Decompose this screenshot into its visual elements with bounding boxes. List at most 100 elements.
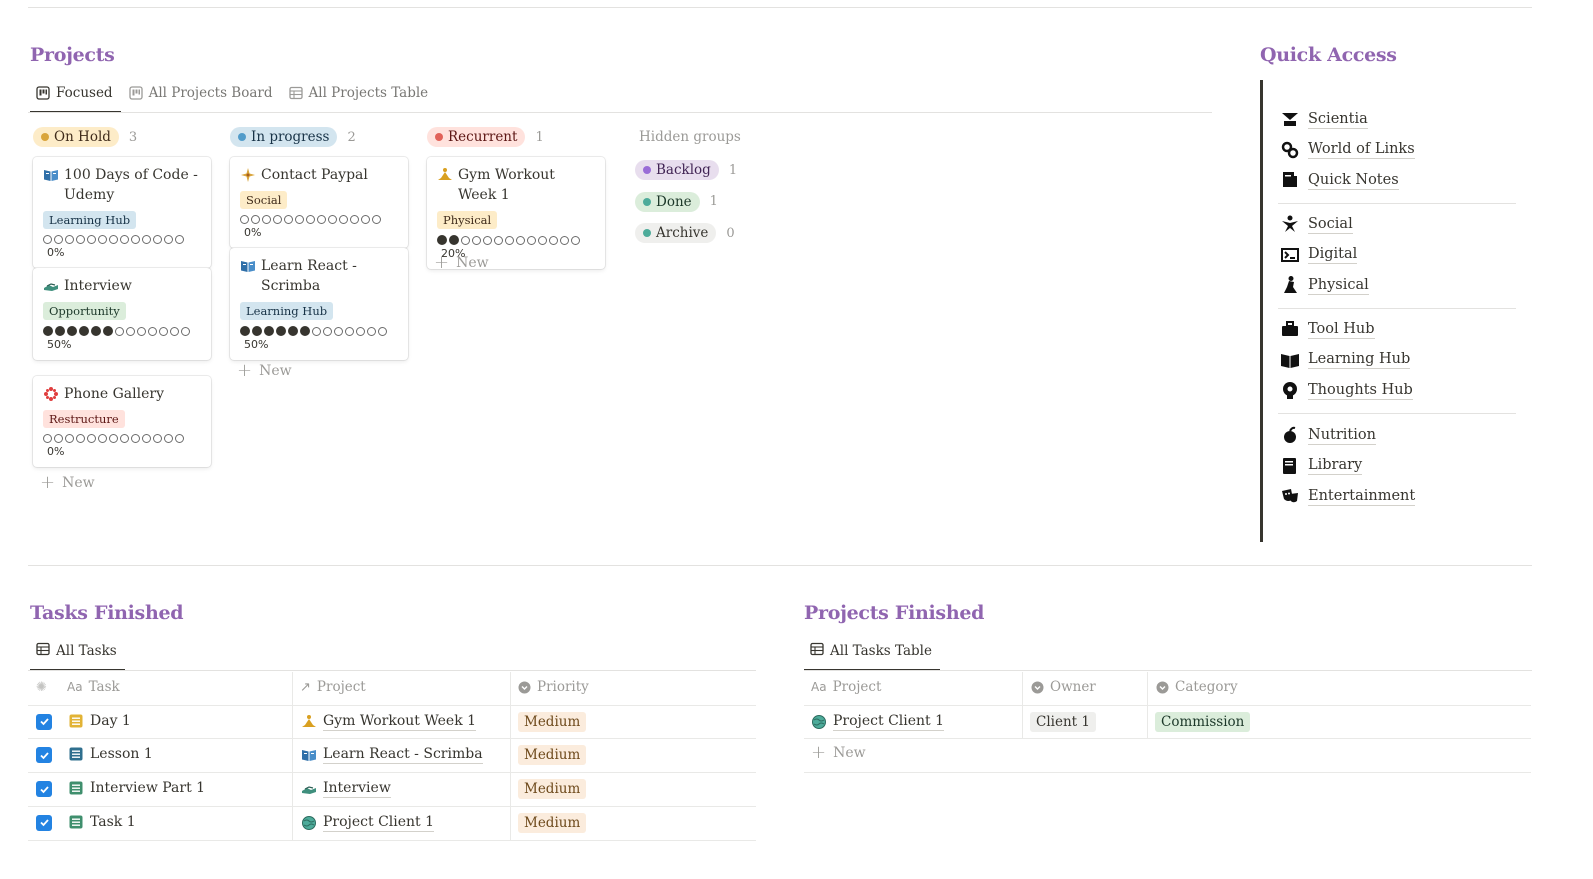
progress-dot bbox=[361, 215, 370, 224]
category-badge: Commission bbox=[1155, 711, 1251, 732]
quick-link-learning-hub[interactable]: Learning Hub bbox=[1280, 350, 1411, 370]
project-relation-cell[interactable]: Gym Workout Week 1 bbox=[301, 713, 477, 731]
new-label: New bbox=[833, 745, 866, 762]
handshake-icon bbox=[301, 781, 317, 797]
green-list-icon bbox=[68, 780, 84, 796]
column-header-project[interactable]: Aa Project bbox=[811, 679, 881, 695]
add-new-card-button[interactable]: + New bbox=[40, 474, 95, 492]
priority-cell[interactable]: Medium bbox=[518, 779, 587, 800]
quick-link-physical[interactable]: Physical bbox=[1280, 275, 1369, 295]
new-label: New bbox=[259, 363, 292, 379]
task-name: Interview Part 1 bbox=[90, 780, 206, 797]
card-tag-row: Physical bbox=[437, 205, 595, 229]
project-cell[interactable]: Project Client 1 bbox=[811, 713, 945, 731]
quick-link-nutrition[interactable]: Nutrition bbox=[1280, 425, 1376, 445]
text-property-icon: Aa bbox=[67, 680, 83, 694]
owner-cell[interactable]: Client 1 bbox=[1030, 711, 1096, 732]
table-row-divider bbox=[28, 839, 756, 841]
checkmark-icon bbox=[36, 814, 52, 831]
tab-all-tasks[interactable]: All Tasks bbox=[30, 637, 125, 671]
priority-cell[interactable]: Medium bbox=[518, 812, 587, 833]
project-relation-cell[interactable]: Learn React - Scrimba bbox=[301, 746, 483, 765]
project-card[interactable]: Interview Opportunity 50% bbox=[33, 268, 211, 360]
progress-dot bbox=[142, 434, 151, 443]
hidden-group-backlog[interactable]: Backlog 1 bbox=[635, 160, 737, 180]
board-group-header[interactable]: Recurrent 1 bbox=[427, 126, 544, 148]
thoughts-icon bbox=[1280, 380, 1300, 400]
project-link: Interview bbox=[323, 780, 391, 799]
project-card[interactable]: Contact Paypal Social 0% bbox=[230, 157, 408, 248]
quick-link-label: Physical bbox=[1308, 276, 1369, 295]
status-label: In progress bbox=[251, 129, 330, 145]
projects-title: Projects bbox=[30, 44, 115, 66]
add-new-row-button[interactable]: + New bbox=[811, 744, 866, 762]
progress-dot bbox=[240, 326, 250, 336]
project-card[interactable]: Phone Gallery Restructure 0% bbox=[33, 376, 211, 467]
project-card[interactable]: Learn React - Scrimba Learning Hub 50% bbox=[230, 248, 408, 360]
add-new-card-button[interactable]: + New bbox=[434, 254, 489, 272]
task-cell[interactable]: Task 1 bbox=[68, 814, 136, 830]
add-new-card-button[interactable]: + New bbox=[237, 362, 292, 380]
yellow-list-icon bbox=[68, 713, 84, 729]
task-done-checkbox[interactable] bbox=[36, 747, 52, 764]
board-group-header[interactable]: On Hold 3 bbox=[33, 126, 137, 148]
quick-link-entertainment[interactable]: Entertainment bbox=[1280, 486, 1416, 506]
project-relation-cell[interactable]: Project Client 1 bbox=[301, 814, 435, 832]
quick-link-digital[interactable]: Digital bbox=[1280, 245, 1358, 265]
flower-icon bbox=[43, 386, 59, 402]
category-tag: Learning Hub bbox=[240, 302, 334, 320]
tab-all-projects-board[interactable]: All Projects Board bbox=[128, 79, 273, 107]
status-pill: In progress bbox=[230, 127, 338, 147]
quick-link-thoughts-hub[interactable]: Thoughts Hub bbox=[1280, 380, 1413, 400]
progress-dot bbox=[43, 235, 52, 244]
card-title: Phone Gallery bbox=[43, 384, 201, 404]
column-header-priority[interactable]: Priority bbox=[518, 679, 589, 695]
board-group-header[interactable]: In progress 2 bbox=[230, 126, 356, 148]
progress-dot bbox=[103, 326, 113, 336]
tab-focused[interactable]: Focused bbox=[30, 79, 121, 113]
progress-dot bbox=[356, 326, 365, 336]
progress-dot bbox=[284, 215, 293, 224]
task-done-checkbox[interactable] bbox=[36, 814, 52, 831]
tab-all-projects-table[interactable]: All Projects Table bbox=[288, 79, 429, 107]
quick-link-social[interactable]: Social bbox=[1280, 214, 1353, 234]
status-dot bbox=[643, 197, 651, 206]
column-header-label: Project bbox=[316, 679, 366, 695]
task-done-checkbox[interactable] bbox=[36, 781, 52, 798]
priority-cell[interactable]: Medium bbox=[518, 745, 587, 766]
task-cell[interactable]: Lesson 1 bbox=[68, 746, 153, 762]
project-card[interactable]: 100 Days of Code - Udemy Learning Hub 0% bbox=[33, 157, 211, 268]
checkmark-icon bbox=[36, 747, 52, 764]
task-cell[interactable]: Day 1 bbox=[68, 713, 131, 729]
progress-dot bbox=[148, 326, 157, 336]
priority-cell[interactable]: Medium bbox=[518, 711, 587, 732]
status-pill: On Hold bbox=[33, 127, 119, 147]
hidden-group-done[interactable]: Done 1 bbox=[635, 191, 718, 212]
column-header-project[interactable]: ↗ Project bbox=[300, 679, 366, 695]
quick-link-scientia[interactable]: Scientia bbox=[1280, 109, 1368, 129]
quick-link-world-of-links[interactable]: World of Links bbox=[1280, 140, 1415, 160]
tab-label: All Projects Board bbox=[148, 85, 273, 101]
task-name: Day 1 bbox=[90, 712, 131, 729]
column-header-owner[interactable]: Owner bbox=[1031, 679, 1096, 695]
project-card[interactable]: Gym Workout Week 1 Physical 20% bbox=[427, 157, 605, 269]
text-property-icon: Aa bbox=[811, 680, 827, 694]
quick-link-label: Thoughts Hub bbox=[1308, 381, 1413, 400]
task-done-checkbox[interactable] bbox=[36, 713, 52, 730]
column-header-task[interactable]: Aa Task bbox=[67, 679, 120, 695]
column-header-label: Category bbox=[1175, 679, 1238, 695]
quick-link-quick-notes[interactable]: Quick Notes bbox=[1280, 170, 1399, 190]
quick-link-tool-hub[interactable]: Tool Hub bbox=[1280, 319, 1375, 339]
hidden-group-archive[interactable]: Archive 0 bbox=[635, 223, 735, 243]
column-header-category[interactable]: Category bbox=[1156, 679, 1238, 695]
progress-dot bbox=[76, 235, 85, 244]
book-icon bbox=[240, 258, 256, 274]
category-cell[interactable]: Commission bbox=[1155, 711, 1251, 732]
task-cell[interactable]: Interview Part 1 bbox=[68, 780, 205, 796]
project-relation-cell[interactable]: Interview bbox=[301, 780, 391, 799]
progress-dot bbox=[98, 434, 107, 443]
tab-label: All Projects Table bbox=[308, 85, 429, 101]
tab-all-tasks-table[interactable]: All Tasks Table bbox=[804, 637, 940, 671]
quick-link-label: Nutrition bbox=[1308, 426, 1376, 445]
quick-link-library[interactable]: Library bbox=[1280, 456, 1363, 476]
